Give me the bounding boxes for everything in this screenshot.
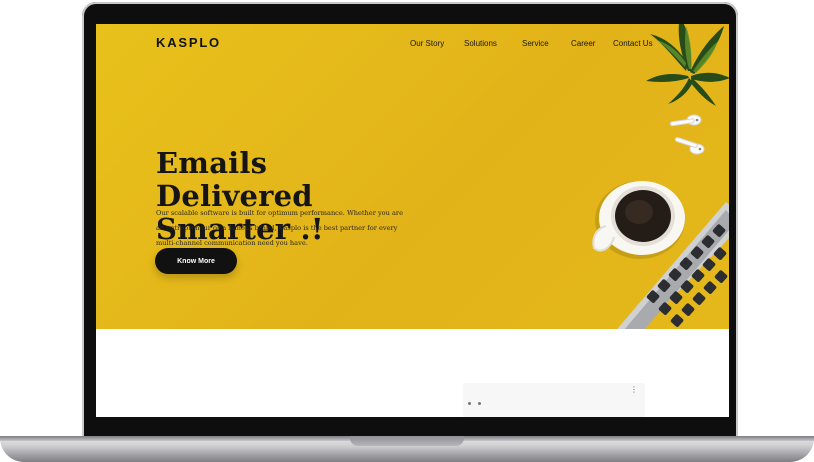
- know-more-button[interactable]: Know More: [155, 248, 237, 274]
- brand-logo[interactable]: KASPLO: [156, 35, 221, 50]
- earbuds-icon: [669, 114, 705, 155]
- hero-description: Our scalable software is built for optim…: [156, 208, 403, 247]
- laptop-notch: [350, 436, 464, 446]
- main-navigation: Our Story Solutions Service Career Conta…: [410, 39, 665, 48]
- website-screen: KASPLO Our Story Solutions Service Caree…: [96, 24, 729, 417]
- more-icon[interactable]: ⋮: [630, 386, 638, 394]
- preview-card: ⋮: [463, 383, 645, 417]
- hero-section: KASPLO Our Story Solutions Service Caree…: [96, 24, 729, 329]
- laptop-mockup: KASPLO Our Story Solutions Service Caree…: [0, 0, 814, 462]
- nav-career[interactable]: Career: [571, 39, 613, 48]
- dot-icon: [478, 402, 482, 405]
- nav-our-story[interactable]: Our Story: [410, 39, 464, 48]
- nav-solutions[interactable]: Solutions: [464, 39, 522, 48]
- nav-service[interactable]: Service: [522, 39, 571, 48]
- plant-icon: [646, 24, 729, 106]
- below-hero-section: ⋮: [96, 329, 729, 417]
- pagination-dots: [468, 390, 486, 405]
- dot-icon: [468, 402, 471, 405]
- keyboard-icon: [617, 202, 729, 329]
